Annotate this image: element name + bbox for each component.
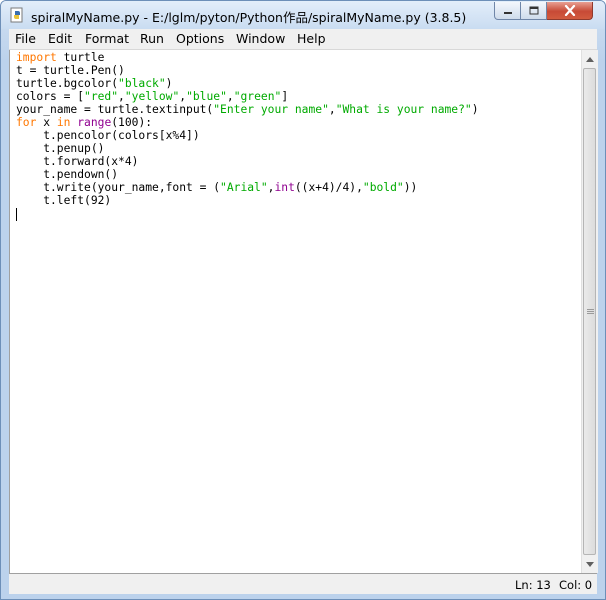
- code-token: import: [16, 51, 57, 64]
- thumb-grip: [587, 309, 594, 310]
- code-token: t.penup(): [16, 142, 105, 155]
- code-token: for: [16, 116, 37, 129]
- menu-window[interactable]: Window: [236, 31, 285, 46]
- code-token: "black": [118, 77, 166, 90]
- minimize-icon: [503, 11, 512, 14]
- arrow-up-icon: [586, 57, 594, 62]
- code-token: range: [77, 116, 112, 129]
- maximize-icon: [529, 6, 538, 15]
- code-token: t = turtle.Pen(): [16, 64, 125, 77]
- maximize-button[interactable]: [521, 2, 547, 20]
- code-token: ): [471, 103, 479, 116]
- vertical-scrollbar[interactable]: [581, 50, 598, 573]
- code-line[interactable]: ​: [16, 207, 479, 220]
- close-button[interactable]: [547, 2, 593, 20]
- arrow-down-icon: [586, 562, 594, 567]
- code-line[interactable]: for x in range(100):: [16, 116, 479, 129]
- code-token: t.left(92): [16, 194, 112, 207]
- code-line[interactable]: your_name = turtle.textinput("Enter your…: [16, 103, 479, 116]
- code-token: ,: [226, 90, 234, 103]
- code-line[interactable]: t.pendown(): [16, 168, 479, 181]
- text-cursor: [16, 208, 17, 221]
- code-token: "Enter your name": [213, 103, 329, 116]
- code-token: "yellow": [124, 90, 180, 103]
- thumb-grip: [587, 311, 594, 312]
- code-token: ,: [118, 90, 125, 103]
- idle-editor-window: spiralMyName.py - E:/lglm/pyton/Python作品…: [0, 0, 606, 600]
- menu-format[interactable]: Format: [85, 31, 129, 46]
- code-line[interactable]: t.write(your_name,font = ("Arial",int((x…: [16, 181, 479, 194]
- code-token: your_name = turtle.textinput(: [16, 103, 214, 116]
- code-line[interactable]: colors = ["red","yellow","blue","green"]: [16, 90, 479, 103]
- code-token: "blue": [186, 90, 227, 103]
- code-token: x: [36, 116, 57, 129]
- scroll-down-button[interactable]: [582, 556, 598, 573]
- code-line[interactable]: import turtle: [16, 51, 479, 64]
- code-token: in: [56, 116, 71, 129]
- close-icon: [564, 5, 575, 16]
- window-title: spiralMyName.py - E:/lglm/pyton/Python作品…: [31, 10, 467, 25]
- menu-bar: File Edit Format Run Options Window Help: [9, 29, 597, 50]
- code-token: "What is your name?": [335, 103, 472, 116]
- scroll-thumb[interactable]: [583, 68, 596, 555]
- status-bar: Ln: 13 Col: 0: [9, 573, 597, 594]
- code-token: turtle: [56, 51, 105, 64]
- code-token: ,: [328, 103, 336, 116]
- code-token: "bold": [362, 181, 404, 194]
- thumb-grip: [587, 313, 594, 314]
- code-line[interactable]: turtle.bgcolor("black"): [16, 77, 479, 90]
- code-line[interactable]: t.pencolor(colors[x%4]): [16, 129, 479, 142]
- code-token: int: [274, 181, 295, 194]
- scroll-up-button[interactable]: [582, 51, 598, 68]
- code-line[interactable]: t = turtle.Pen(): [16, 64, 479, 77]
- minimize-button[interactable]: [494, 2, 521, 20]
- code-text[interactable]: import turtle t = turtle.Pen() turtle.bgco…: [16, 51, 479, 220]
- menu-options[interactable]: Options: [176, 31, 224, 46]
- code-token: )): [403, 181, 418, 194]
- code-token: t.write(your_name,font = (: [16, 181, 221, 194]
- code-token: "Arial": [220, 181, 268, 194]
- code-token: t.forward(x*4): [16, 155, 139, 168]
- code-line[interactable]: t.penup(): [16, 142, 479, 155]
- menu-run[interactable]: Run: [140, 31, 164, 46]
- menu-help[interactable]: Help: [297, 31, 326, 46]
- code-token: t.pendown(): [16, 168, 119, 181]
- code-token: turtle.bgcolor(: [16, 77, 119, 90]
- code-token: ): [165, 77, 173, 90]
- python-idle-icon: [10, 7, 23, 23]
- menu-edit[interactable]: Edit: [48, 31, 72, 46]
- code-token: ((x+4)/4),: [294, 181, 363, 194]
- title-bar[interactable]: spiralMyName.py - E:/lglm/pyton/Python作品…: [1, 1, 605, 29]
- code-token: "green": [233, 90, 282, 103]
- code-line[interactable]: t.forward(x*4): [16, 155, 479, 168]
- code-token: "red": [84, 90, 119, 103]
- code-token: ]: [281, 90, 289, 103]
- code-line[interactable]: t.left(92): [16, 194, 479, 207]
- status-column: Col: 0: [559, 578, 593, 592]
- code-editor[interactable]: import turtle t = turtle.Pen() turtle.bgco…: [9, 50, 582, 573]
- code-token: colors = [: [16, 90, 85, 103]
- code-token: (100):: [111, 116, 153, 129]
- menu-file[interactable]: File: [15, 31, 36, 46]
- code-token: t.pencolor(colors[x%4]): [16, 129, 200, 142]
- status-line: Ln: 13: [515, 578, 551, 592]
